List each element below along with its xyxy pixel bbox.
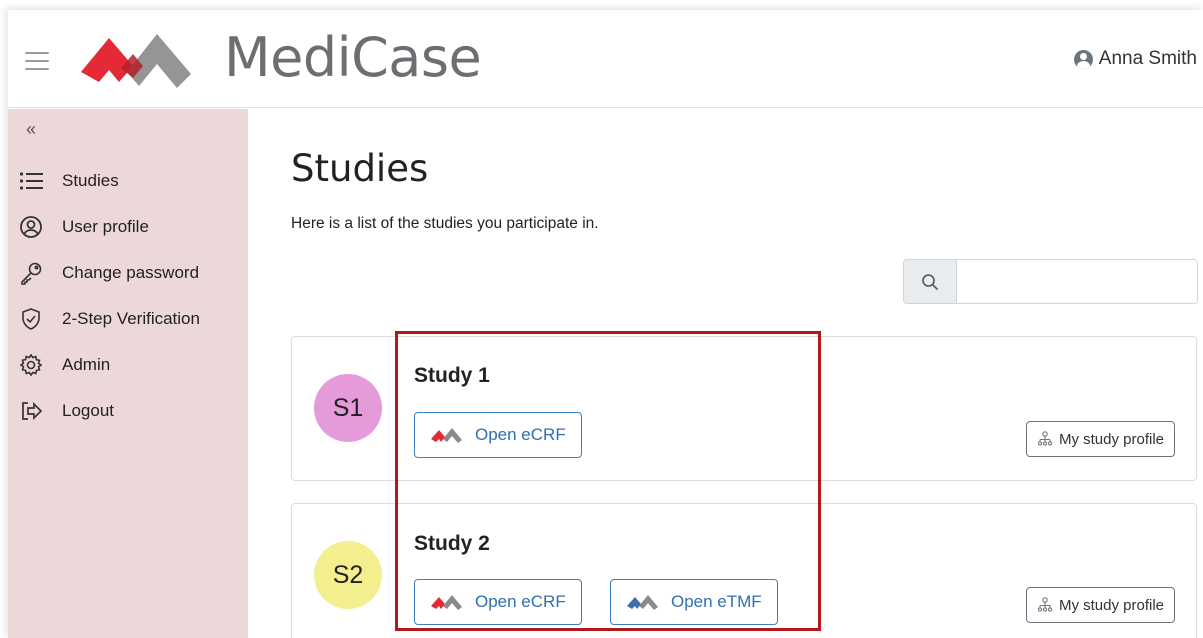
- hamburger-menu-icon[interactable]: [25, 52, 49, 70]
- top-header: MediCase Anna Smith: [8, 10, 1203, 108]
- user-menu[interactable]: Anna Smith: [1073, 48, 1197, 70]
- sidebar: « Studies User profile Change password 2…: [8, 109, 248, 638]
- app-logo[interactable]: MediCase: [81, 24, 482, 92]
- study-name: Study 2: [414, 532, 490, 555]
- app-window: MediCase Anna Smith « Studies User profi…: [8, 10, 1203, 638]
- my-study-profile-button[interactable]: My study profile: [1025, 421, 1175, 457]
- sidebar-item-studies[interactable]: Studies: [18, 166, 243, 196]
- key-icon: [18, 260, 44, 286]
- search-group: [903, 259, 1198, 304]
- sidebar-item-admin[interactable]: Admin: [18, 350, 243, 380]
- sidebar-item-user-profile[interactable]: User profile: [18, 212, 243, 242]
- my-study-profile-label: My study profile: [1058, 596, 1164, 614]
- medicase-red-logo-icon: [431, 428, 462, 443]
- medicase-blue-logo-icon: [627, 595, 658, 610]
- open-ecrf-button[interactable]: Open eCRF: [414, 412, 582, 458]
- sidebar-item-change-password[interactable]: Change password: [18, 258, 243, 288]
- search-input[interactable]: [957, 260, 1197, 303]
- sidebar-item-2-step-verification[interactable]: 2-Step Verification: [18, 304, 243, 334]
- collapse-sidebar-button[interactable]: «: [26, 119, 36, 140]
- sidebar-item-label: 2-Step Verification: [62, 309, 200, 328]
- open-etmf-label: Open eTMF: [671, 592, 762, 611]
- sidebar-item-label: Change password: [62, 263, 200, 282]
- study-avatar: S2: [314, 541, 382, 609]
- study-card-2: S2 Study 2 Open eCRF Open eTMF My study …: [291, 503, 1197, 638]
- study-name: Study 1: [414, 364, 490, 387]
- user-circle-icon: [1073, 49, 1093, 69]
- user-circle-icon: [18, 214, 44, 240]
- study-avatar: S1: [314, 374, 382, 442]
- sidebar-item-label: Studies: [62, 171, 119, 190]
- list-icon: [18, 168, 44, 194]
- org-chart-icon: [1037, 597, 1053, 612]
- sidebar-item-label: Admin: [62, 355, 111, 374]
- open-ecrf-label: Open eCRF: [475, 425, 566, 444]
- sidebar-item-logout[interactable]: Logout: [18, 396, 243, 426]
- user-name: Anna Smith: [1098, 48, 1197, 69]
- medicase-logo-icon: [81, 34, 191, 88]
- open-ecrf-button[interactable]: Open eCRF: [414, 579, 582, 625]
- shield-check-icon: [18, 306, 44, 332]
- logout-icon: [18, 398, 44, 424]
- sidebar-item-label: User profile: [62, 217, 149, 236]
- my-study-profile-label: My study profile: [1058, 430, 1164, 448]
- org-chart-icon: [1037, 431, 1053, 446]
- gear-icon: [18, 352, 44, 378]
- medicase-red-logo-icon: [431, 595, 462, 610]
- app-name: MediCase: [224, 26, 482, 89]
- page-title: Studies: [291, 147, 429, 190]
- search-icon[interactable]: [904, 260, 957, 303]
- main-content: Studies Here is a list of the studies yo…: [248, 109, 1203, 638]
- page-subtitle: Here is a list of the studies you partic…: [291, 215, 599, 232]
- open-etmf-button[interactable]: Open eTMF: [610, 579, 778, 625]
- open-ecrf-label: Open eCRF: [475, 592, 566, 611]
- sidebar-item-label: Logout: [62, 401, 114, 420]
- study-card-1: S1 Study 1 Open eCRF My study profile: [291, 336, 1197, 481]
- my-study-profile-button[interactable]: My study profile: [1025, 587, 1175, 623]
